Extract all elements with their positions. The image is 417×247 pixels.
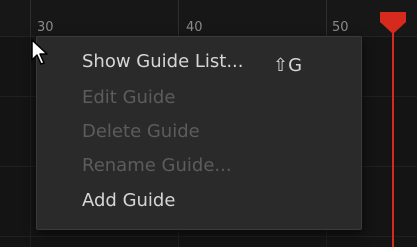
menu-item-label: Rename Guide... xyxy=(82,155,232,176)
mouse-pointer-icon xyxy=(31,39,48,65)
menu-item-label: Delete Guide xyxy=(82,121,200,142)
menu-item-rename-guide: Rename Guide... xyxy=(82,149,232,183)
menu-item-show-guide-list[interactable]: Show Guide List... xyxy=(82,45,244,79)
playhead-marker-icon[interactable] xyxy=(378,10,408,36)
menu-item-label: Edit Guide xyxy=(82,87,176,108)
menu-item-label: Add Guide xyxy=(82,190,176,211)
playhead-line[interactable] xyxy=(392,14,394,247)
ruler-tick-label-30: 30 xyxy=(37,20,54,35)
ruler-tick-label-40: 40 xyxy=(186,20,203,35)
menu-item-edit-guide: Edit Guide xyxy=(82,81,175,115)
menu-item-label: Show Guide List... xyxy=(82,51,244,72)
shortcut-show-guide-list: ⇧G xyxy=(273,55,303,76)
menu-item-add-guide[interactable]: Add Guide xyxy=(82,184,175,218)
ruler-tick xyxy=(326,0,327,36)
context-menu: Show Guide List... ⇧G Edit Guide Delete … xyxy=(36,36,362,230)
grid-line xyxy=(30,36,31,247)
ruler-tick xyxy=(178,0,179,36)
menu-item-delete-guide: Delete Guide xyxy=(82,115,200,149)
ruler-tick-label-50: 50 xyxy=(332,20,349,35)
ruler-tick xyxy=(30,0,31,36)
grid-line xyxy=(0,236,417,237)
timecode-ruler[interactable]: 30 40 50 xyxy=(0,0,417,37)
